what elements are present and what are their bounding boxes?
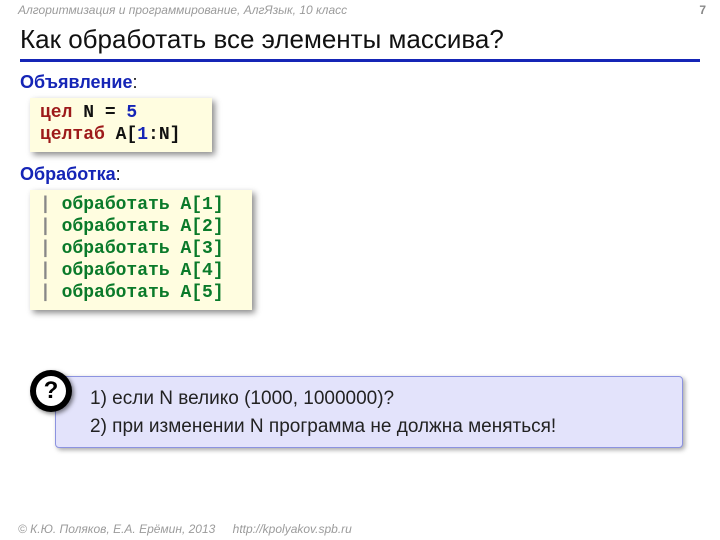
section-processing: Обработка: <box>20 164 121 185</box>
page-number: 7 <box>699 3 706 17</box>
bar-icon: | <box>40 283 51 303</box>
code-line: | обработать A[2] <box>40 216 242 238</box>
section-processing-text: Обработка <box>20 164 116 184</box>
copyright: © К.Ю. Поляков, Е.А. Ерёмин, 2013 <box>18 522 215 536</box>
section-declaration: Объявление: <box>20 72 138 93</box>
question-line-2: 2) при изменении N программа не должна м… <box>90 413 666 441</box>
colon: : <box>133 72 138 92</box>
question-callout: 1) если N велико (1000, 1000000)? 2) при… <box>55 376 683 448</box>
code-block-declaration: цел N = 5 целтаб A[1:N] <box>30 98 212 152</box>
var-n: N <box>72 103 94 123</box>
code-line: целтаб A[1:N] <box>40 124 202 146</box>
num-5: 5 <box>126 103 137 123</box>
footer-url: http://kpolyakov.spb.ru <box>233 522 352 536</box>
arr-ref: A[3] <box>180 239 223 259</box>
question-mark-icon: ? <box>36 376 66 406</box>
kw-int: цел <box>40 103 72 123</box>
section-declaration-text: Объявление <box>20 72 133 92</box>
header-strip: Алгоритмизация и программирование, АлгЯз… <box>0 0 720 20</box>
arr-ref: A[1] <box>180 195 223 215</box>
page-title: Как обработать все элементы массива? <box>20 24 700 62</box>
code-line: | обработать A[1] <box>40 194 242 216</box>
course-label: Алгоритмизация и программирование, АлгЯз… <box>18 3 347 17</box>
arr-ref: A[2] <box>180 217 223 237</box>
kw-inttab: целтаб <box>40 125 105 145</box>
code-block-processing: | обработать A[1] | обработать A[2] | об… <box>30 190 252 310</box>
code-line: цел N = 5 <box>40 102 202 124</box>
num-1: 1 <box>137 125 148 145</box>
var-a: A[ <box>105 125 137 145</box>
eq: = <box>94 103 126 123</box>
process-word: обработать <box>51 261 181 281</box>
bar-icon: | <box>40 217 51 237</box>
footer: © К.Ю. Поляков, Е.А. Ерёмин, 2013 http:/… <box>18 522 352 536</box>
process-word: обработать <box>51 217 181 237</box>
code-line: | обработать A[4] <box>40 260 242 282</box>
bar-icon: | <box>40 195 51 215</box>
colon: : <box>116 164 121 184</box>
process-word: обработать <box>51 195 181 215</box>
code-line: | обработать A[5] <box>40 282 242 304</box>
rest: :N] <box>148 125 180 145</box>
question-badge: ? <box>30 370 72 412</box>
process-word: обработать <box>51 283 181 303</box>
question-line-1: 1) если N велико (1000, 1000000)? <box>90 385 666 413</box>
bar-icon: | <box>40 239 51 259</box>
bar-icon: | <box>40 261 51 281</box>
arr-ref: A[5] <box>180 283 223 303</box>
code-line: | обработать A[3] <box>40 238 242 260</box>
process-word: обработать <box>51 239 181 259</box>
arr-ref: A[4] <box>180 261 223 281</box>
